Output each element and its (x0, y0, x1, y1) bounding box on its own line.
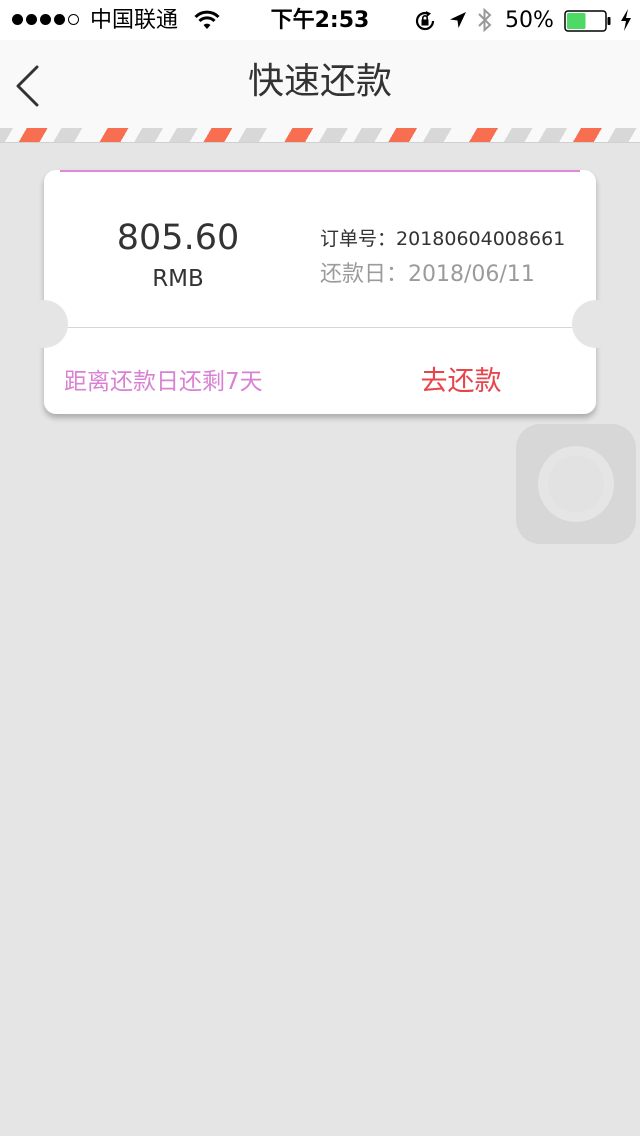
ticket-divider (68, 327, 572, 328)
repayment-ticket-card: 805.60 RMB 订单号：20180604008661 还款日：2018/0… (20, 170, 620, 414)
assistive-touch-button[interactable] (516, 424, 636, 544)
ticket-notch-left (20, 300, 68, 348)
due-date-label: 还款日： (320, 262, 409, 287)
currency-label: RMB (152, 266, 204, 292)
order-number-label: 订单号： (320, 228, 397, 250)
charging-icon (619, 8, 633, 36)
order-number-value: 20180604008661 (396, 228, 566, 250)
location-icon (448, 10, 468, 34)
bluetooth-icon (476, 7, 494, 37)
battery-icon (564, 10, 612, 36)
repay-button[interactable]: 去还款 (396, 356, 526, 408)
page-title: 快速还款 (247, 61, 392, 102)
rotation-lock-icon (413, 9, 437, 37)
order-number-row: 订单号：20180604008661 (320, 226, 565, 252)
navigation-bar: 快速还款 (0, 40, 640, 128)
due-date-row: 还款日：2018/06/11 (320, 260, 535, 290)
status-bar: 中国联通 下午2:53 50% (0, 0, 640, 40)
due-date-value: 2018/06/11 (408, 262, 535, 287)
striped-divider (0, 128, 640, 143)
days-remaining-text: 距离还款日还剩7天 (64, 369, 263, 395)
ticket-accent-line (60, 170, 580, 172)
ticket-notch-right (572, 300, 620, 348)
repayment-amount: 805.60 (116, 218, 240, 258)
battery-percent: 50% (505, 8, 554, 33)
assistive-touch-inner-ring (548, 456, 604, 512)
